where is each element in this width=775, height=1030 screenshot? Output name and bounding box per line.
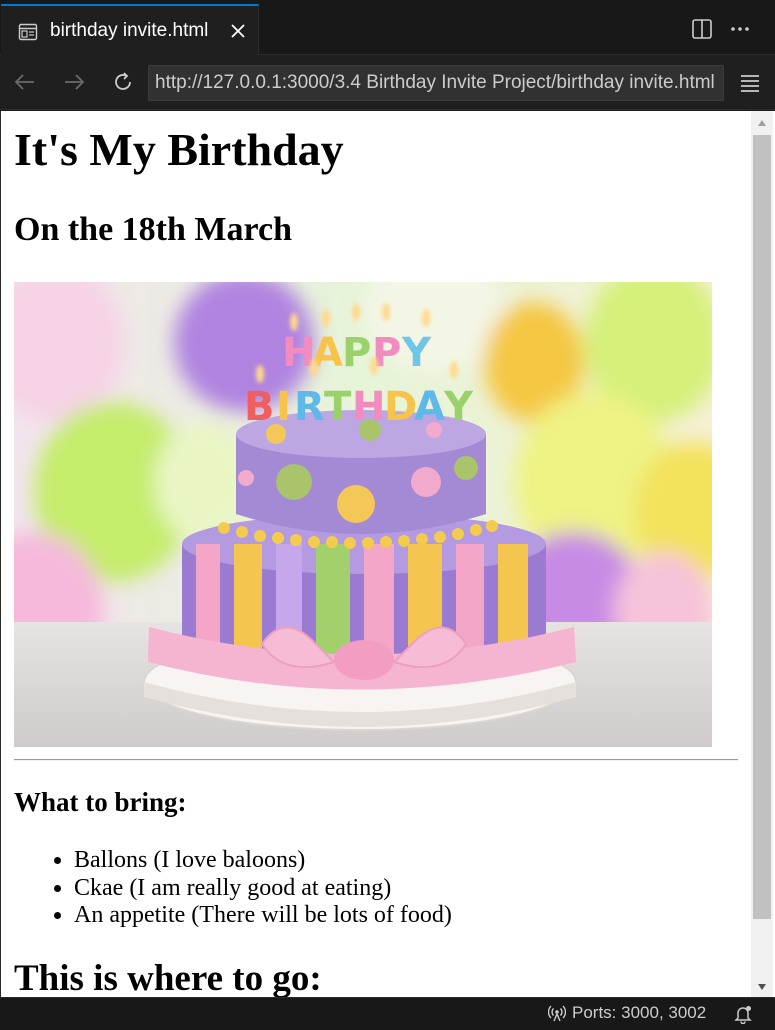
url-input[interactable]: http://127.0.0.1:3000/3.4 Birthday Invit…	[148, 65, 724, 101]
svg-text:I: I	[276, 384, 291, 430]
forward-arrow-icon[interactable]	[62, 70, 86, 94]
date-heading: On the 18th March	[14, 211, 292, 248]
bring-list: Ballons (I love baloons) Ckae (I am real…	[74, 847, 452, 930]
page-viewport[interactable]: It's My Birthday On the 18th March H A P…	[0, 111, 775, 997]
status-bar: Ports: 3000, 3002	[0, 997, 775, 1030]
broadcast-icon	[548, 1005, 566, 1022]
what-to-bring-heading: What to bring:	[14, 787, 187, 817]
preview-icon	[18, 23, 38, 41]
more-actions-icon[interactable]	[729, 18, 751, 40]
split-editor-icon[interactable]	[691, 18, 713, 40]
list-item: Ballons (I love baloons)	[74, 847, 452, 875]
scroll-up-arrow-icon[interactable]	[757, 119, 767, 127]
notification-bell-icon[interactable]	[733, 1004, 753, 1024]
back-arrow-icon[interactable]	[13, 70, 37, 94]
scrollbar-thumb[interactable]	[753, 135, 771, 919]
ports-status[interactable]: Ports: 3000, 3002	[548, 1003, 706, 1023]
browser-nav-bar: http://127.0.0.1:3000/3.4 Birthday Invit…	[0, 56, 775, 110]
ports-label: Ports: 3000, 3002	[572, 1003, 707, 1022]
svg-text:B: B	[244, 384, 275, 430]
svg-text:R: R	[294, 384, 325, 430]
horizontal-rule	[14, 759, 738, 761]
page-title: It's My Birthday	[14, 124, 344, 175]
svg-text:H: H	[352, 384, 385, 430]
vertical-scrollbar[interactable]	[751, 111, 773, 997]
scroll-down-arrow-icon[interactable]	[757, 983, 767, 991]
svg-text:Y: Y	[443, 384, 474, 430]
svg-text:D: D	[384, 384, 417, 430]
reload-icon[interactable]	[111, 70, 135, 94]
birthday-cake-image: H A P P Y B I R T H D A Y	[14, 282, 712, 747]
list-item: Ckae (I am really good at eating)	[74, 875, 452, 903]
svg-text:Y: Y	[401, 330, 432, 376]
url-text: http://127.0.0.1:3000/3.4 Birthday Invit…	[155, 72, 715, 93]
svg-text:A: A	[414, 384, 445, 430]
tab-title: birthday invite.html	[50, 20, 209, 41]
list-item: An appetite (There will be lots of food)	[74, 902, 452, 930]
svg-text:P: P	[342, 330, 371, 376]
close-icon[interactable]	[227, 20, 249, 42]
svg-text:T: T	[324, 384, 352, 430]
tab-birthday-invite[interactable]: birthday invite.html	[1, 4, 259, 55]
menu-icon[interactable]	[738, 71, 762, 95]
tab-bar: birthday invite.html	[0, 0, 775, 55]
where-to-go-heading: This is where to go:	[14, 958, 322, 997]
